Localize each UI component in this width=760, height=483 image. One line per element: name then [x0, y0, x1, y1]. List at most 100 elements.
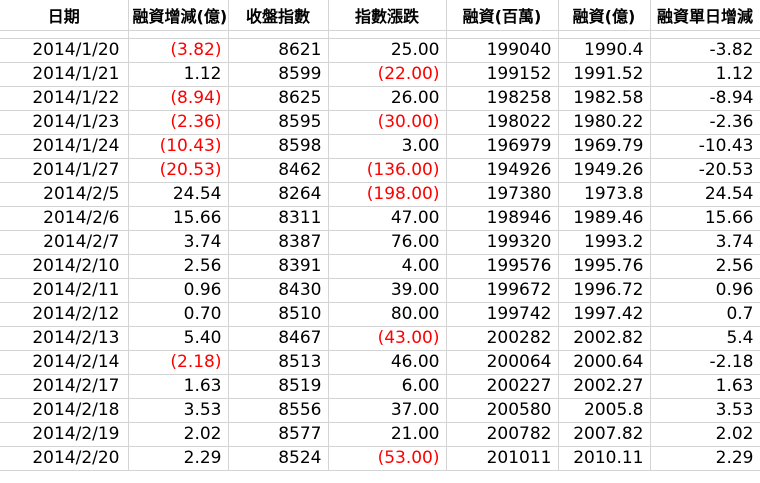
cell-date[interactable]: 2014/2/10	[0, 254, 129, 279]
cell-margin-yi[interactable]: 2000.64	[558, 350, 651, 375]
cell-daily-change[interactable]: -8.94	[650, 86, 760, 111]
empty-cell[interactable]	[0, 30, 129, 39]
cell-close-index[interactable]: 8519	[228, 374, 329, 399]
cell-daily-change[interactable]: 5.4	[650, 326, 760, 351]
cell-margin-million[interactable]: 201011	[446, 446, 559, 471]
cell-date[interactable]: 2014/2/20	[0, 446, 129, 471]
cell-margin-change[interactable]: 24.54	[128, 182, 229, 207]
cell-daily-change[interactable]: -20.53	[650, 158, 760, 183]
cell-date[interactable]: 2014/2/7	[0, 230, 129, 255]
cell-margin-million[interactable]: 198946	[446, 206, 559, 231]
cell-index-change[interactable]: 26.00	[328, 86, 447, 111]
cell-margin-yi[interactable]: 2002.27	[558, 374, 651, 399]
cell-index-change[interactable]: (198.00)	[328, 182, 447, 207]
cell-margin-million[interactable]: 200580	[446, 398, 559, 423]
cell-margin-change[interactable]: (10.43)	[128, 134, 229, 159]
cell-margin-change[interactable]: (2.36)	[128, 110, 229, 135]
cell-margin-yi[interactable]: 1990.4	[558, 38, 651, 63]
cell-margin-million[interactable]: 199040	[446, 38, 559, 63]
empty-cell[interactable]	[558, 30, 651, 39]
cell-daily-change[interactable]: 2.56	[650, 254, 760, 279]
cell-index-change[interactable]: 3.00	[328, 134, 447, 159]
cell-margin-yi[interactable]: 1989.46	[558, 206, 651, 231]
cell-margin-yi[interactable]: 1982.58	[558, 86, 651, 111]
cell-index-change[interactable]: 21.00	[328, 422, 447, 447]
cell-margin-change[interactable]: 0.96	[128, 278, 229, 303]
cell-margin-million[interactable]: 199742	[446, 302, 559, 327]
cell-date[interactable]: 2014/2/12	[0, 302, 129, 327]
cell-margin-million[interactable]: 199152	[446, 62, 559, 87]
cell-index-change[interactable]: 76.00	[328, 230, 447, 255]
cell-date[interactable]: 2014/1/27	[0, 158, 129, 183]
cell-margin-change[interactable]: 15.66	[128, 206, 229, 231]
cell-margin-million[interactable]: 200227	[446, 374, 559, 399]
cell-date[interactable]: 2014/2/13	[0, 326, 129, 351]
cell-close-index[interactable]: 8599	[228, 62, 329, 87]
cell-index-change[interactable]: (22.00)	[328, 62, 447, 87]
cell-close-index[interactable]: 8621	[228, 38, 329, 63]
cell-daily-change[interactable]: 3.53	[650, 398, 760, 423]
cell-margin-yi[interactable]: 2005.8	[558, 398, 651, 423]
cell-margin-million[interactable]: 200282	[446, 326, 559, 351]
cell-date[interactable]: 2014/2/14	[0, 350, 129, 375]
cell-daily-change[interactable]: 3.74	[650, 230, 760, 255]
cell-close-index[interactable]: 8311	[228, 206, 329, 231]
cell-daily-change[interactable]: -2.18	[650, 350, 760, 375]
cell-margin-yi[interactable]: 2007.82	[558, 422, 651, 447]
header-index-change[interactable]: 指數漲跌	[328, 0, 447, 31]
cell-daily-change[interactable]: 0.7	[650, 302, 760, 327]
cell-margin-yi[interactable]: 1980.22	[558, 110, 651, 135]
cell-date[interactable]: 2014/2/18	[0, 398, 129, 423]
cell-margin-change[interactable]: 1.12	[128, 62, 229, 87]
cell-close-index[interactable]: 8510	[228, 302, 329, 327]
empty-cell[interactable]	[446, 30, 559, 39]
header-margin-yi[interactable]: 融資(億)	[558, 0, 651, 31]
cell-close-index[interactable]: 8595	[228, 110, 329, 135]
cell-margin-million[interactable]: 199576	[446, 254, 559, 279]
cell-daily-change[interactable]: -10.43	[650, 134, 760, 159]
cell-margin-change[interactable]: (2.18)	[128, 350, 229, 375]
cell-margin-yi[interactable]: 1973.8	[558, 182, 651, 207]
cell-date[interactable]: 2014/2/5	[0, 182, 129, 207]
header-daily-change[interactable]: 融資單日增減	[650, 0, 760, 31]
cell-index-change[interactable]: 6.00	[328, 374, 447, 399]
cell-margin-million[interactable]: 196979	[446, 134, 559, 159]
cell-margin-yi[interactable]: 1995.76	[558, 254, 651, 279]
cell-index-change[interactable]: 25.00	[328, 38, 447, 63]
cell-index-change[interactable]: 80.00	[328, 302, 447, 327]
cell-date[interactable]: 2014/1/21	[0, 62, 129, 87]
cell-index-change[interactable]: (53.00)	[328, 446, 447, 471]
cell-date[interactable]: 2014/2/6	[0, 206, 129, 231]
cell-margin-change[interactable]: 3.53	[128, 398, 229, 423]
cell-daily-change[interactable]: 0.96	[650, 278, 760, 303]
cell-margin-yi[interactable]: 2002.82	[558, 326, 651, 351]
cell-margin-change[interactable]: (3.82)	[128, 38, 229, 63]
cell-close-index[interactable]: 8598	[228, 134, 329, 159]
cell-index-change[interactable]: (43.00)	[328, 326, 447, 351]
cell-close-index[interactable]: 8387	[228, 230, 329, 255]
cell-index-change[interactable]: 4.00	[328, 254, 447, 279]
cell-margin-yi[interactable]: 1949.26	[558, 158, 651, 183]
cell-margin-million[interactable]: 200782	[446, 422, 559, 447]
cell-index-change[interactable]: 37.00	[328, 398, 447, 423]
cell-close-index[interactable]: 8513	[228, 350, 329, 375]
cell-close-index[interactable]: 8625	[228, 86, 329, 111]
cell-margin-million[interactable]: 199320	[446, 230, 559, 255]
cell-index-change[interactable]: 46.00	[328, 350, 447, 375]
cell-margin-change[interactable]: 3.74	[128, 230, 229, 255]
empty-cell[interactable]	[328, 30, 447, 39]
cell-close-index[interactable]: 8577	[228, 422, 329, 447]
cell-close-index[interactable]: 8556	[228, 398, 329, 423]
empty-cell[interactable]	[228, 30, 329, 39]
header-date[interactable]: 日期	[0, 0, 129, 31]
cell-daily-change[interactable]: -2.36	[650, 110, 760, 135]
cell-index-change[interactable]: 47.00	[328, 206, 447, 231]
cell-close-index[interactable]: 8524	[228, 446, 329, 471]
cell-daily-change[interactable]: 2.02	[650, 422, 760, 447]
cell-daily-change[interactable]: 2.29	[650, 446, 760, 471]
cell-margin-yi[interactable]: 1993.2	[558, 230, 651, 255]
cell-margin-million[interactable]: 197380	[446, 182, 559, 207]
cell-margin-million[interactable]: 198022	[446, 110, 559, 135]
cell-margin-change[interactable]: 1.63	[128, 374, 229, 399]
cell-close-index[interactable]: 8462	[228, 158, 329, 183]
